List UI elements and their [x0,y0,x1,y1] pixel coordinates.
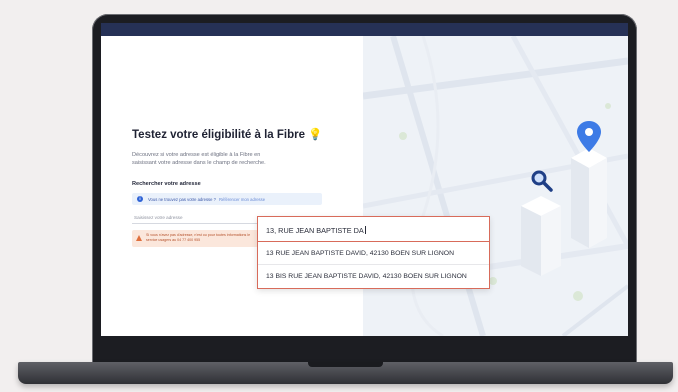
autocomplete-suggestion[interactable]: 13 RUE JEAN BAPTISTE DAVID, 42130 BOEN S… [258,242,489,265]
autocomplete-query-text: 13, RUE JEAN BAPTISTE DA [266,226,364,235]
search-label: Rechercher votre adresse [132,181,201,187]
text-caret [364,226,366,234]
address-autocomplete: 13, RUE JEAN BAPTISTE DA 13 RUE JEAN BAP… [257,216,490,289]
address-not-found-notice: i Vous ne trouvez pas votre adresse ? Ré… [132,193,322,205]
site-header-bar [101,23,628,36]
page-title: Testez votre éligibilité à la Fibre 💡 [132,127,322,141]
map-illustration [363,36,628,336]
warning-icon [136,235,142,241]
page-title-text: Testez votre éligibilité à la Fibre [132,129,305,141]
laptop-base [18,362,673,384]
lightbulb-icon: 💡 [307,129,323,141]
page-description: Découvrez si votre adresse est éligible … [132,152,266,166]
reference-address-link[interactable]: Référencer mon adresse [219,197,265,202]
autocomplete-query-input[interactable]: 13, RUE JEAN BAPTISTE DA [258,217,489,242]
warning-notice: Si vous n'avez pas d'adresse, n'est ou p… [132,230,260,247]
info-icon: i [137,196,143,202]
laptop-screen: Testez votre éligibilité à la Fibre 💡 Déc… [101,23,628,336]
address-not-found-question: Vous ne trouvez pas votre adresse ? [148,196,216,202]
warning-text: Si vous n'avez pas d'adresse, n'est ou p… [146,233,251,242]
laptop-notch [308,362,383,367]
autocomplete-suggestion[interactable]: 13 BIS RUE JEAN BAPTISTE DAVID, 42130 BO… [258,265,489,288]
city-map-illustration [363,36,628,336]
